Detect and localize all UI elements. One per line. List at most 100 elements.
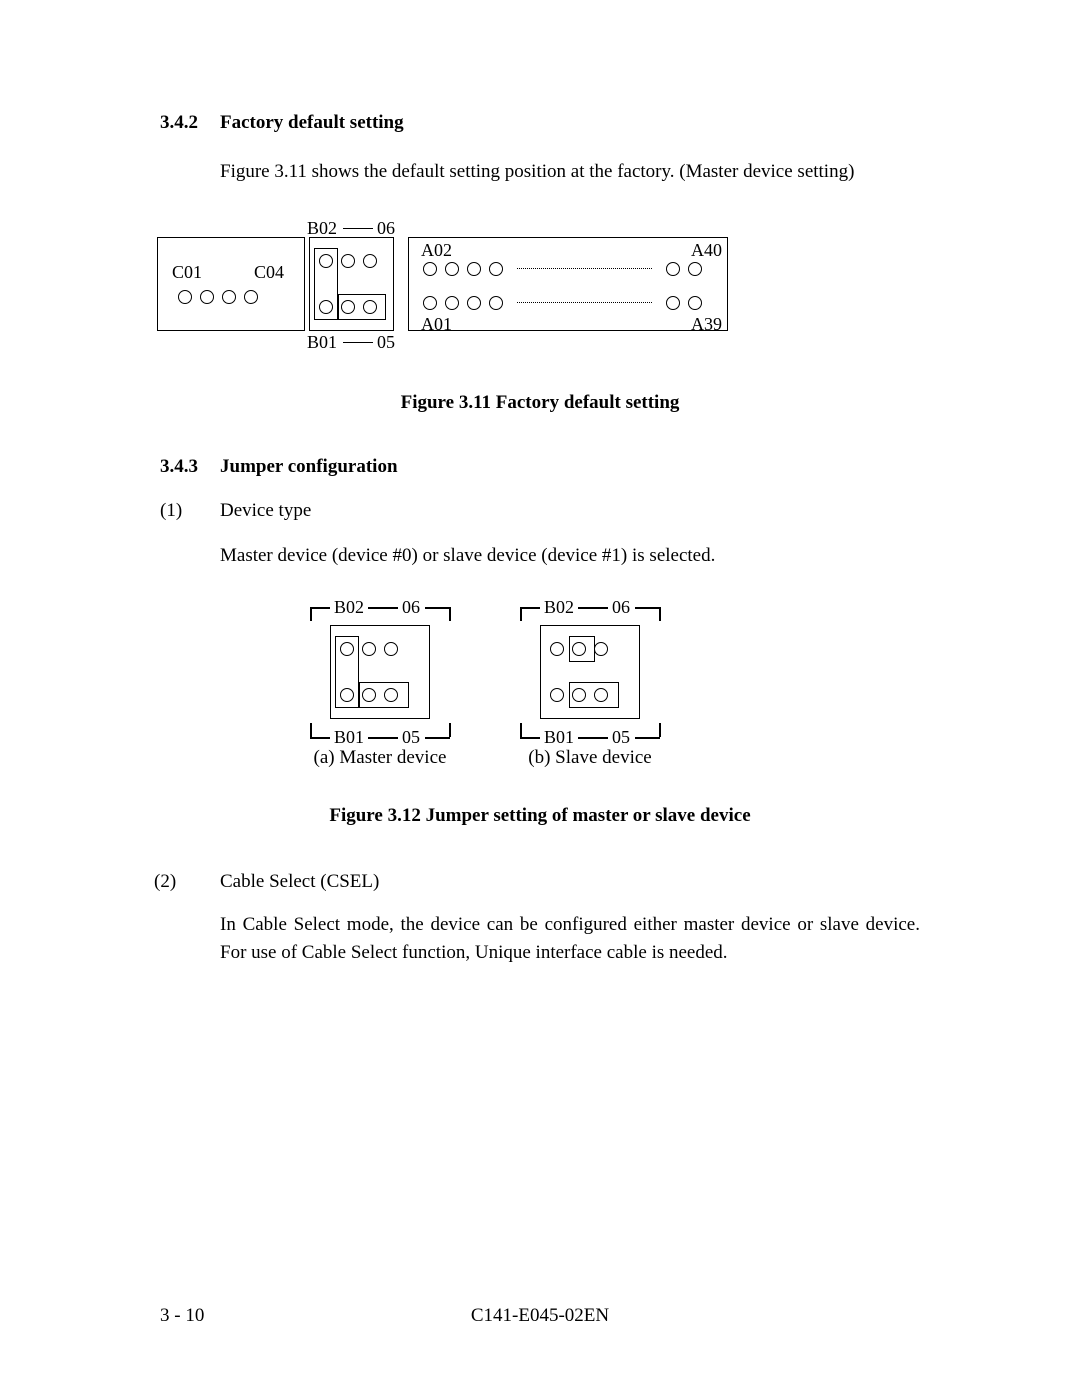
caption-master: (a) Master device	[300, 747, 460, 769]
pin-icon	[423, 262, 437, 276]
section-number: 3.4.3	[160, 456, 220, 478]
connector-c-box: C01 C04	[157, 237, 305, 331]
label-b02: B02	[307, 218, 337, 239]
lead-line	[520, 737, 540, 739]
section-number: 3.4.2	[160, 112, 220, 134]
pin-icon	[445, 296, 459, 310]
ellipsis-dots	[517, 302, 652, 303]
label-06: 06	[612, 597, 630, 618]
pin-icon	[550, 642, 564, 656]
pin-icon	[550, 688, 564, 702]
label-b02: B02	[334, 597, 364, 618]
lead-line	[578, 607, 608, 609]
lead-line	[310, 737, 330, 739]
label-a02: A02	[421, 240, 452, 261]
label-05: 05	[612, 727, 630, 748]
label-a40: A40	[691, 240, 722, 261]
lead-line	[343, 342, 373, 344]
jumper-outline	[569, 636, 595, 662]
tick-icon	[659, 607, 661, 621]
pin-icon	[666, 262, 680, 276]
jumper-b-box	[309, 237, 394, 331]
pin-icon	[688, 262, 702, 276]
lead-line	[310, 607, 330, 609]
pin-icon	[489, 296, 503, 310]
lead-line	[635, 607, 660, 609]
pin-icon	[341, 254, 355, 268]
lead-line	[368, 737, 398, 739]
pin-icon	[489, 262, 503, 276]
jumper-outline	[314, 248, 338, 320]
heading-3-4-2: 3.4.2 Factory default setting	[160, 112, 920, 134]
label-c01: C01	[172, 262, 202, 283]
label-b01: B01	[307, 332, 337, 353]
label-a39: A39	[691, 314, 722, 335]
lead-line	[343, 228, 373, 230]
tick-icon	[659, 723, 661, 737]
pin-icon	[200, 290, 214, 304]
figure-3-12-caption: Figure 3.12 Jumper setting of master or …	[160, 805, 920, 827]
lead-line	[425, 737, 450, 739]
paragraph-csel: In Cable Select mode, the device can be …	[220, 911, 920, 966]
pin-icon	[423, 296, 437, 310]
lead-line	[635, 737, 660, 739]
pin-icon	[688, 296, 702, 310]
pin-icon	[384, 642, 398, 656]
label-06: 06	[377, 218, 395, 239]
section-title: Jumper configuration	[220, 456, 398, 478]
jumper-block-master: B02 06	[310, 607, 452, 737]
lead-line	[425, 607, 450, 609]
label-05: 05	[402, 727, 420, 748]
label-b01: B01	[334, 727, 364, 748]
pin-icon	[445, 262, 459, 276]
subitem-title: Cable Select (CSEL)	[220, 871, 379, 893]
pin-icon	[222, 290, 236, 304]
lead-line	[578, 737, 608, 739]
label-b02: B02	[544, 597, 574, 618]
connector-a-box: A02 A40 A01 A39	[408, 237, 728, 331]
jumper-box	[330, 625, 430, 719]
jumper-outline	[335, 636, 359, 708]
pin-icon	[666, 296, 680, 310]
jumper-block-slave: B02 06 B0	[520, 607, 662, 737]
paragraph-device-type: Master device (device #0) or slave devic…	[220, 542, 920, 570]
label-a01: A01	[421, 314, 452, 335]
pin-icon	[362, 642, 376, 656]
jumper-outline	[359, 682, 409, 708]
pin-icon	[594, 642, 608, 656]
pin-icon	[467, 296, 481, 310]
tick-icon	[520, 723, 522, 737]
pin-row-a-bot	[423, 296, 702, 310]
figure-3-11-caption: Figure 3.11 Factory default setting	[160, 392, 920, 414]
page: 3.4.2 Factory default setting Figure 3.1…	[0, 0, 1080, 1397]
caption-slave: (b) Slave device	[510, 747, 670, 769]
pin-row-a-top	[423, 262, 702, 276]
tick-icon	[310, 723, 312, 737]
jumper-outline	[338, 294, 386, 320]
pin-icon	[363, 254, 377, 268]
label-05: 05	[377, 332, 395, 353]
figure-3-11: B02 06 C01 C04	[157, 228, 737, 340]
pin-icon	[178, 290, 192, 304]
lead-line	[368, 607, 398, 609]
page-footer: 3 - 10 C141-E045-02EN	[160, 1305, 920, 1327]
tick-icon	[310, 607, 312, 621]
pin-icon	[244, 290, 258, 304]
marker: (2)	[154, 871, 220, 893]
ellipsis-dots	[517, 268, 652, 269]
pin-icon	[467, 262, 481, 276]
lead-line	[520, 607, 540, 609]
tick-icon	[449, 723, 451, 737]
marker: (1)	[160, 500, 220, 522]
heading-3-4-3: 3.4.3 Jumper configuration	[160, 456, 920, 478]
label-c04: C04	[254, 262, 284, 283]
doc-number: C141-E045-02EN	[160, 1305, 920, 1327]
subitem-1: (1) Device type	[160, 500, 920, 522]
section-title: Factory default setting	[220, 112, 404, 134]
label-b01: B01	[544, 727, 574, 748]
label-06: 06	[402, 597, 420, 618]
jumper-outline	[569, 682, 619, 708]
figure-3-12: B02 06	[310, 607, 770, 777]
tick-icon	[520, 607, 522, 621]
pin-row-c	[178, 290, 258, 304]
